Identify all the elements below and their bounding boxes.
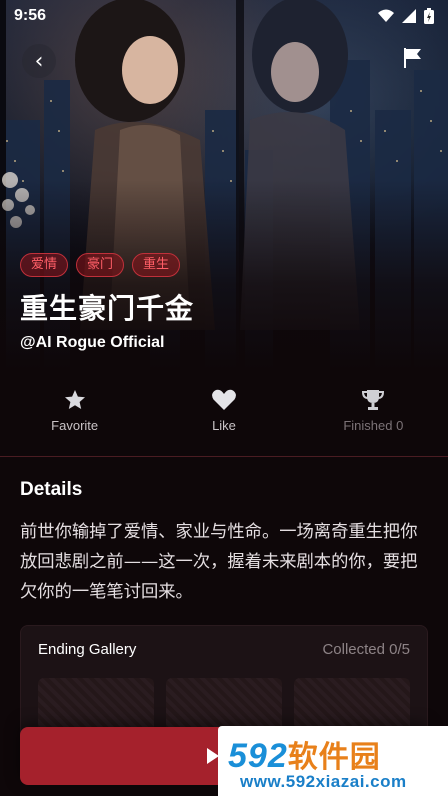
report-flag-icon[interactable]	[402, 46, 424, 70]
watermark-url: www.592xiazai.com	[240, 772, 407, 791]
cellular-signal-icon	[402, 9, 416, 23]
watermark-logo: 592软件园 www.592xiazai.com	[218, 726, 448, 796]
tag-wealthy-family[interactable]: 豪门	[76, 253, 125, 277]
wifi-icon	[378, 9, 394, 22]
finished-button[interactable]: Finished 0	[299, 388, 448, 452]
story-title: 重生豪门千金	[20, 292, 195, 325]
finished-label: Finished 0	[343, 418, 404, 433]
details-description: 前世你输掉了爱情、家业与性命。一场离奇重生把你放回悲剧之前——这一次，握着未来剧…	[20, 522, 418, 602]
like-label: Like	[212, 418, 236, 433]
heart-icon	[211, 388, 237, 412]
gallery-header: Ending Gallery Collected 0/5	[38, 641, 410, 658]
action-bar: Favorite Like Finished 0	[0, 388, 448, 452]
star-icon	[63, 388, 87, 412]
story-author[interactable]: @AI Rogue Official	[20, 334, 165, 352]
favorite-button[interactable]: Favorite	[0, 388, 149, 452]
tag-romance[interactable]: 爱情	[20, 253, 69, 277]
favorite-label: Favorite	[51, 418, 99, 433]
status-icons	[378, 8, 434, 24]
gallery-collected-count: Collected 0/5	[322, 641, 410, 658]
battery-charging-icon	[424, 8, 434, 24]
gallery-title: Ending Gallery	[38, 641, 137, 658]
like-button[interactable]: Like	[149, 388, 298, 452]
status-time: 9:56	[14, 7, 47, 24]
genre-tags: 爱情 豪门 重生	[20, 253, 181, 277]
watermark-brand: 592软件园	[228, 737, 381, 775]
section-divider	[0, 456, 448, 457]
tag-rebirth[interactable]: 重生	[132, 253, 181, 277]
back-button[interactable]: ‹	[22, 44, 56, 78]
status-bar: 9:56	[0, 0, 448, 32]
details-heading: Details	[20, 479, 83, 500]
chevron-left-icon: ‹	[34, 48, 44, 74]
trophy-icon	[361, 388, 385, 412]
